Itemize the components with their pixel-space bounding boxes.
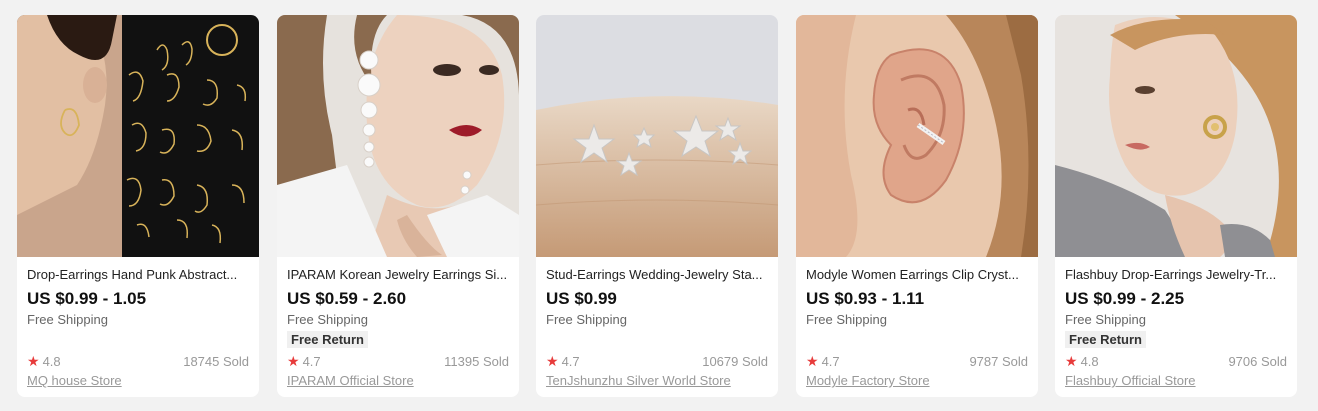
product-photo-pearl-drop-earrings — [277, 15, 519, 257]
product-meta: ★ 4.8 18745 Sold — [27, 353, 249, 370]
product-image[interactable] — [796, 15, 1038, 257]
badge-placeholder — [27, 328, 249, 348]
rating-value: 4.8 — [1080, 354, 1099, 369]
product-title[interactable]: Drop-Earrings Hand Punk Abstract... — [27, 266, 249, 284]
store-link[interactable]: IPARAM Official Store — [287, 372, 509, 389]
shipping-label: Free Shipping — [1065, 312, 1146, 327]
star-icon: ★ — [27, 353, 40, 369]
star-icon: ★ — [546, 353, 559, 369]
product-meta: ★ 4.8 9706 Sold — [1065, 353, 1287, 370]
rating-value: 4.7 — [302, 354, 321, 369]
product-grid: Drop-Earrings Hand Punk Abstract... US $… — [0, 0, 1318, 411]
product-price: US $0.99 — [546, 289, 617, 308]
badge-placeholder — [546, 328, 768, 348]
product-photo-star-stud-earrings — [536, 15, 778, 257]
star-icon: ★ — [287, 353, 300, 369]
star-icon: ★ — [1065, 353, 1078, 369]
sold-count: 9706 Sold — [1228, 354, 1287, 369]
product-photo-ear-cuff — [796, 15, 1038, 257]
free-return-badge: Free Return — [1065, 331, 1146, 348]
shipping-label: Free Shipping — [806, 312, 887, 327]
product-card[interactable]: Stud-Earrings Wedding-Jewelry Sta... US … — [536, 15, 778, 397]
shipping-label: Free Shipping — [27, 312, 108, 327]
product-title[interactable]: IPARAM Korean Jewelry Earrings Si... — [287, 266, 509, 284]
badge-placeholder — [806, 328, 1028, 348]
rating-value: 4.8 — [42, 354, 61, 369]
shipping-label: Free Shipping — [546, 312, 627, 327]
product-image[interactable] — [17, 15, 259, 257]
product-title[interactable]: Modyle Women Earrings Clip Cryst... — [806, 266, 1028, 284]
product-title[interactable]: Flashbuy Drop-Earrings Jewelry-Tr... — [1065, 266, 1287, 284]
product-photo-face-line-earrings — [17, 15, 259, 257]
rating-value: 4.7 — [561, 354, 580, 369]
product-title[interactable]: Stud-Earrings Wedding-Jewelry Sta... — [546, 266, 768, 284]
product-price: US $0.99 - 2.25 — [1065, 289, 1185, 308]
sold-count: 18745 Sold — [183, 354, 249, 369]
product-image[interactable] — [277, 15, 519, 257]
store-link[interactable]: MQ house Store — [27, 372, 249, 389]
product-card[interactable]: Flashbuy Drop-Earrings Jewelry-Tr... US … — [1055, 15, 1297, 397]
product-card[interactable]: Drop-Earrings Hand Punk Abstract... US $… — [17, 15, 259, 397]
product-photo-gold-hoop-earrings — [1055, 15, 1297, 257]
product-price: US $0.99 - 1.05 — [27, 289, 147, 308]
store-link[interactable]: TenJshunzhu Silver World Store — [546, 372, 768, 389]
product-meta: ★ 4.7 10679 Sold — [546, 353, 768, 370]
sold-count: 10679 Sold — [702, 354, 768, 369]
product-image[interactable] — [1055, 15, 1297, 257]
product-price: US $0.93 - 1.11 — [806, 289, 925, 308]
sold-count: 9787 Sold — [969, 354, 1028, 369]
store-link[interactable]: Modyle Factory Store — [806, 372, 1028, 389]
product-card[interactable]: IPARAM Korean Jewelry Earrings Si... US … — [277, 15, 519, 397]
sold-count: 11395 Sold — [444, 354, 509, 369]
free-return-badge: Free Return — [287, 331, 368, 348]
product-card[interactable]: Modyle Women Earrings Clip Cryst... US $… — [796, 15, 1038, 397]
product-price: US $0.59 - 2.60 — [287, 289, 407, 308]
shipping-label: Free Shipping — [287, 312, 368, 327]
product-meta: ★ 4.7 9787 Sold — [806, 353, 1028, 370]
store-link[interactable]: Flashbuy Official Store — [1065, 372, 1287, 389]
product-image[interactable] — [536, 15, 778, 257]
star-icon: ★ — [806, 353, 819, 369]
product-meta: ★ 4.7 11395 Sold — [287, 353, 509, 370]
rating-value: 4.7 — [821, 354, 840, 369]
